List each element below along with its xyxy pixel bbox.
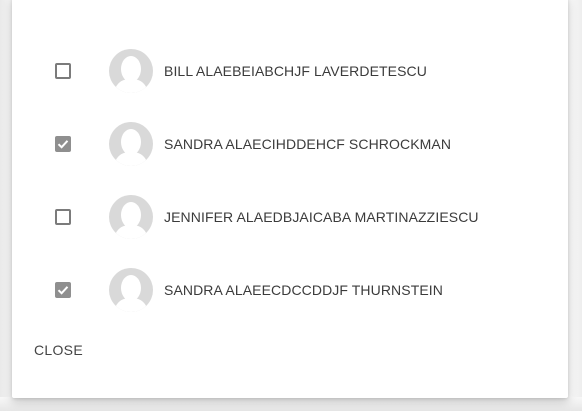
close-button[interactable]: CLOSE — [26, 336, 91, 364]
avatar — [109, 194, 153, 239]
person-placeholder-icon — [114, 201, 148, 239]
list-item[interactable]: JENNIFER ALAEDBJAICABA MARTINAZZIESCU — [12, 180, 568, 253]
people-list: BILL ALAEBEIABCHJF LAVERDETESCU SANDRA A… — [12, 34, 568, 326]
list-item[interactable]: BILL ALAEBEIABCHJF LAVERDETESCU — [12, 34, 568, 107]
check-icon — [57, 139, 69, 149]
person-placeholder-icon — [114, 55, 148, 93]
backdrop-bottom — [0, 397, 582, 411]
person-name: SANDRA ALAECIHDDEHCF SCHROCKMAN — [164, 135, 452, 152]
person-name: JENNIFER ALAEDBJAICABA MARTINAZZIESCU — [164, 208, 479, 225]
list-item[interactable]: SANDRA ALAECIHDDEHCF SCHROCKMAN — [12, 107, 568, 180]
person-placeholder-icon — [114, 274, 148, 312]
person-checkbox[interactable] — [55, 62, 71, 79]
check-icon — [57, 285, 69, 295]
avatar — [109, 48, 153, 93]
list-item[interactable]: SANDRA ALAEECDCCDDJF THURNSTEIN — [12, 253, 568, 326]
people-dialog: BILL ALAEBEIABCHJF LAVERDETESCU SANDRA A… — [12, 0, 568, 398]
person-placeholder-icon — [114, 128, 148, 166]
person-name: BILL ALAEBEIABCHJF LAVERDETESCU — [164, 62, 427, 79]
person-checkbox[interactable] — [55, 135, 71, 152]
avatar — [109, 267, 153, 312]
backdrop-right — [568, 0, 582, 411]
person-checkbox[interactable] — [55, 208, 71, 225]
person-name: SANDRA ALAEECDCCDDJF THURNSTEIN — [164, 281, 443, 298]
person-checkbox[interactable] — [55, 281, 71, 298]
avatar — [109, 121, 153, 166]
backdrop-left — [0, 0, 12, 411]
